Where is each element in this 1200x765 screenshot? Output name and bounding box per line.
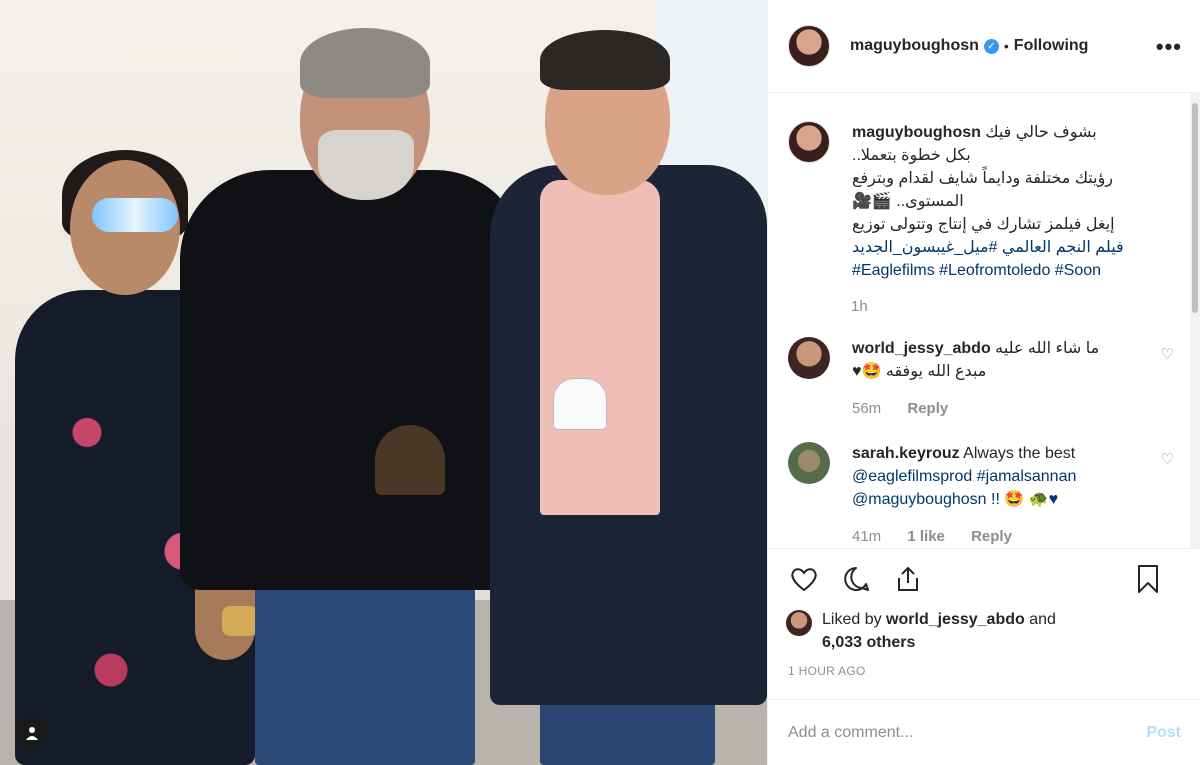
separator-dot: • — [1003, 38, 1009, 54]
caption-line: المستوى.. 🎬🎥 — [852, 193, 964, 210]
liker-username[interactable]: world_jessy_abdo — [886, 611, 1025, 628]
caption-time: 1h — [851, 298, 868, 315]
comments-list[interactable]: maguyboughosn بشوف حالي فيك بكل خطوة بتع… — [768, 93, 1200, 548]
liker-avatar[interactable] — [786, 610, 812, 636]
likes-and: and — [1029, 611, 1056, 628]
author-username[interactable]: maguyboughosn — [850, 37, 979, 55]
comment-time: 56m — [852, 400, 882, 417]
post-caption: maguyboughosn بشوف حالي فيك بكل خطوة بتع… — [788, 121, 1182, 282]
award-trophy — [375, 425, 445, 495]
following-button[interactable]: Following — [1014, 37, 1089, 55]
post-timestamp[interactable]: 1 HOUR AGO — [768, 654, 1200, 678]
add-comment-input[interactable] — [788, 723, 1147, 742]
comment-bubble-icon[interactable] — [838, 561, 874, 597]
post-header: maguyboughosn ✓ • Following ••• — [768, 0, 1200, 93]
post-side-panel: maguyboughosn ✓ • Following ••• maguybou… — [767, 0, 1200, 765]
person-left-sunglasses — [92, 198, 178, 232]
verified-badge-icon: ✓ — [983, 38, 999, 54]
person-right-badge — [553, 378, 607, 430]
comment-meta: 56m Reply — [852, 397, 1152, 420]
comment-text: ما شاء الله عليه — [995, 340, 1100, 357]
person-center-jeans — [255, 565, 475, 765]
caption-username[interactable]: maguyboughosn — [852, 124, 981, 141]
commenter-avatar[interactable] — [788, 337, 830, 379]
person-center-hair — [300, 28, 430, 98]
comment-item: sarah.keyrouz Always the best @eaglefilm… — [788, 442, 1182, 548]
comment-mentions[interactable]: @maguyboughosn !! 🤩 🐢♥ — [852, 488, 1152, 511]
commenter-avatar[interactable] — [788, 442, 830, 484]
likes-prefix: Liked by — [822, 611, 882, 628]
more-options-icon[interactable]: ••• — [1156, 34, 1182, 60]
comments-scrollbar[interactable] — [1190, 93, 1200, 548]
post-photo[interactable] — [0, 0, 767, 765]
post-actions — [768, 548, 1200, 608]
caption-line: بكل خطوة بتعملا.. — [852, 147, 971, 164]
likes-text[interactable]: Liked by world_jessy_abdo and 6,033 othe… — [822, 608, 1056, 654]
add-comment-bar: Post — [768, 699, 1200, 765]
caption-hashtags[interactable]: #Eaglefilms #Leofromtoledo #Soon — [852, 259, 1167, 282]
comment-like-heart-icon[interactable]: ♡ — [1161, 345, 1174, 363]
comment-body: sarah.keyrouz Always the best @eaglefilm… — [852, 442, 1152, 548]
comment-mentions[interactable]: @eaglefilmsprod #jamalsannan — [852, 465, 1152, 488]
caption-line: إيغل فيلمز تشارك في إنتاج وتتولى توزيع — [852, 216, 1115, 233]
like-heart-icon[interactable] — [786, 561, 822, 597]
person-center-beard — [318, 130, 414, 200]
caption-author-avatar[interactable] — [788, 121, 830, 163]
person-right-hair — [540, 30, 670, 90]
comment-body: world_jessy_abdo ما شاء الله عليه مبدع ا… — [852, 337, 1152, 420]
comment-meta: 41m 1 like Reply — [852, 525, 1152, 548]
comment-reply-button[interactable]: Reply — [971, 528, 1012, 545]
comment-like-heart-icon[interactable]: ♡ — [1161, 450, 1174, 468]
comment-time: 41m — [852, 528, 882, 545]
commenter-username[interactable]: world_jessy_abdo — [852, 340, 991, 357]
commenter-username[interactable]: sarah.keyrouz — [852, 445, 960, 462]
caption-line[interactable]: فيلم النجم العالمي #ميل_غيبسون_الجديد — [852, 236, 1167, 259]
post-comment-button[interactable]: Post — [1146, 724, 1181, 742]
caption-line: بشوف حالي فيك — [985, 124, 1097, 141]
likes-summary: Liked by world_jessy_abdo and 6,033 othe… — [768, 608, 1200, 654]
comment-likes-count[interactable]: 1 like — [907, 528, 945, 545]
comment-text: مبدع الله يوفقه 🤩♥ — [852, 363, 987, 380]
scrollbar-thumb[interactable] — [1192, 103, 1198, 313]
comment-reply-button[interactable]: Reply — [907, 400, 948, 417]
save-bookmark-icon[interactable] — [1130, 561, 1166, 597]
person-right-shirt — [540, 180, 660, 515]
share-icon[interactable] — [890, 561, 926, 597]
comment-text: Always the best — [963, 445, 1076, 462]
comment-item: world_jessy_abdo ما شاء الله عليه مبدع ا… — [788, 337, 1182, 420]
person-left-watch — [222, 606, 258, 636]
user-tag-icon[interactable] — [16, 717, 48, 749]
person-center-shirt — [180, 170, 525, 590]
likes-others[interactable]: 6,033 others — [822, 634, 915, 651]
caption-line: رؤيتك مختلفة ودايماً شايف لقدام وبترفع — [852, 170, 1114, 187]
caption-text: maguyboughosn بشوف حالي فيك بكل خطوة بتع… — [852, 121, 1167, 282]
author-avatar[interactable] — [788, 25, 830, 67]
